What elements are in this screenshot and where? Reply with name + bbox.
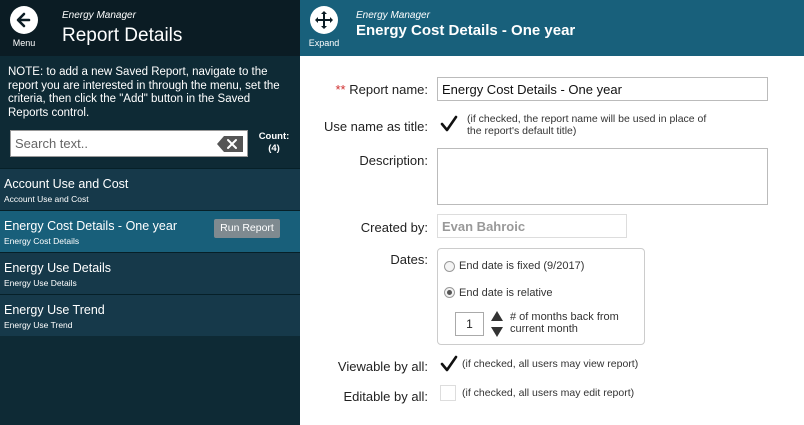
created-by-field bbox=[437, 214, 627, 238]
expand-button[interactable]: Expand bbox=[308, 6, 340, 48]
page-title: Report Details bbox=[62, 25, 183, 46]
left-header: Menu Energy Manager Report Details bbox=[0, 0, 300, 56]
report-subtitle: Account Use and Cost bbox=[4, 194, 89, 204]
relative-date-radio[interactable] bbox=[444, 287, 455, 298]
use-name-checkbox[interactable] bbox=[440, 115, 458, 133]
count-label: Count: bbox=[258, 131, 290, 142]
list-item[interactable]: Energy Use Details Energy Use Details bbox=[0, 252, 300, 294]
report-title: Energy Use Trend bbox=[4, 303, 105, 317]
report-subtitle: Energy Cost Details bbox=[4, 236, 80, 246]
report-subtitle: Energy Use Trend bbox=[4, 320, 73, 330]
report-name-input[interactable] bbox=[437, 77, 768, 101]
count-value: (4) bbox=[268, 143, 280, 154]
viewable-label: Viewable by all: bbox=[337, 359, 428, 374]
right-header: Expand Energy Manager Energy Cost Detail… bbox=[300, 0, 804, 56]
expand-arrows-icon bbox=[310, 6, 338, 34]
menu-button[interactable]: Menu bbox=[8, 6, 40, 48]
report-detail-panel: Expand Energy Manager Energy Cost Detail… bbox=[300, 0, 804, 425]
expand-label: Expand bbox=[308, 38, 340, 48]
fixed-date-radio[interactable] bbox=[444, 261, 455, 272]
search-input[interactable] bbox=[15, 134, 215, 153]
saved-reports-panel: Menu Energy Manager Report Details NOTE:… bbox=[0, 0, 300, 425]
clear-search-icon[interactable] bbox=[217, 136, 243, 152]
months-input[interactable]: 1 bbox=[455, 312, 484, 336]
report-title: Energy Use Details bbox=[4, 261, 111, 275]
report-header-title: Energy Cost Details - One year bbox=[356, 22, 576, 39]
editable-checkbox[interactable] bbox=[440, 385, 456, 401]
report-list: Account Use and Cost Account Use and Cos… bbox=[0, 168, 300, 336]
months-stepper-icon[interactable] bbox=[490, 310, 504, 338]
instruction-note: NOTE: to add a new Saved Report, navigat… bbox=[8, 66, 280, 119]
editable-hint: (if checked, all users may edit report) bbox=[462, 387, 635, 399]
app-name: Energy Manager bbox=[356, 10, 430, 21]
back-arrow-icon bbox=[10, 6, 38, 34]
list-item[interactable]: Energy Cost Details - One year Energy Co… bbox=[0, 210, 300, 252]
viewable-hint: (if checked, all users may view report) bbox=[462, 358, 639, 370]
list-item[interactable]: Energy Use Trend Energy Use Trend bbox=[0, 294, 300, 336]
menu-label: Menu bbox=[12, 38, 36, 48]
editable-label: Editable by all: bbox=[343, 389, 428, 404]
report-title: Account Use and Cost bbox=[4, 177, 129, 191]
report-name-label: ** Report name: bbox=[335, 82, 428, 97]
list-item[interactable]: Account Use and Cost Account Use and Cos… bbox=[0, 168, 300, 210]
use-name-label: Use name as title: bbox=[323, 119, 428, 134]
description-label: Description: bbox=[359, 153, 428, 168]
created-by-label: Created by: bbox=[360, 220, 428, 235]
viewable-checkbox[interactable] bbox=[440, 355, 458, 373]
report-title: Energy Cost Details - One year bbox=[4, 219, 177, 233]
search-box bbox=[10, 130, 248, 157]
report-subtitle: Energy Use Details bbox=[4, 278, 77, 288]
relative-date-label: End date is relative bbox=[459, 287, 553, 299]
app-name: Energy Manager bbox=[62, 10, 136, 21]
months-hint: # of months back from current month bbox=[510, 311, 619, 335]
fixed-date-label: End date is fixed (9/2017) bbox=[459, 260, 585, 272]
run-report-button[interactable]: Run Report bbox=[214, 219, 280, 238]
required-marker: ** bbox=[335, 82, 346, 97]
dates-label: Dates: bbox=[390, 252, 428, 267]
dates-group: End date is fixed (9/2017) End date is r… bbox=[437, 248, 645, 345]
use-name-hint: (if checked, the report name will be use… bbox=[467, 113, 707, 137]
description-input[interactable] bbox=[437, 148, 768, 205]
